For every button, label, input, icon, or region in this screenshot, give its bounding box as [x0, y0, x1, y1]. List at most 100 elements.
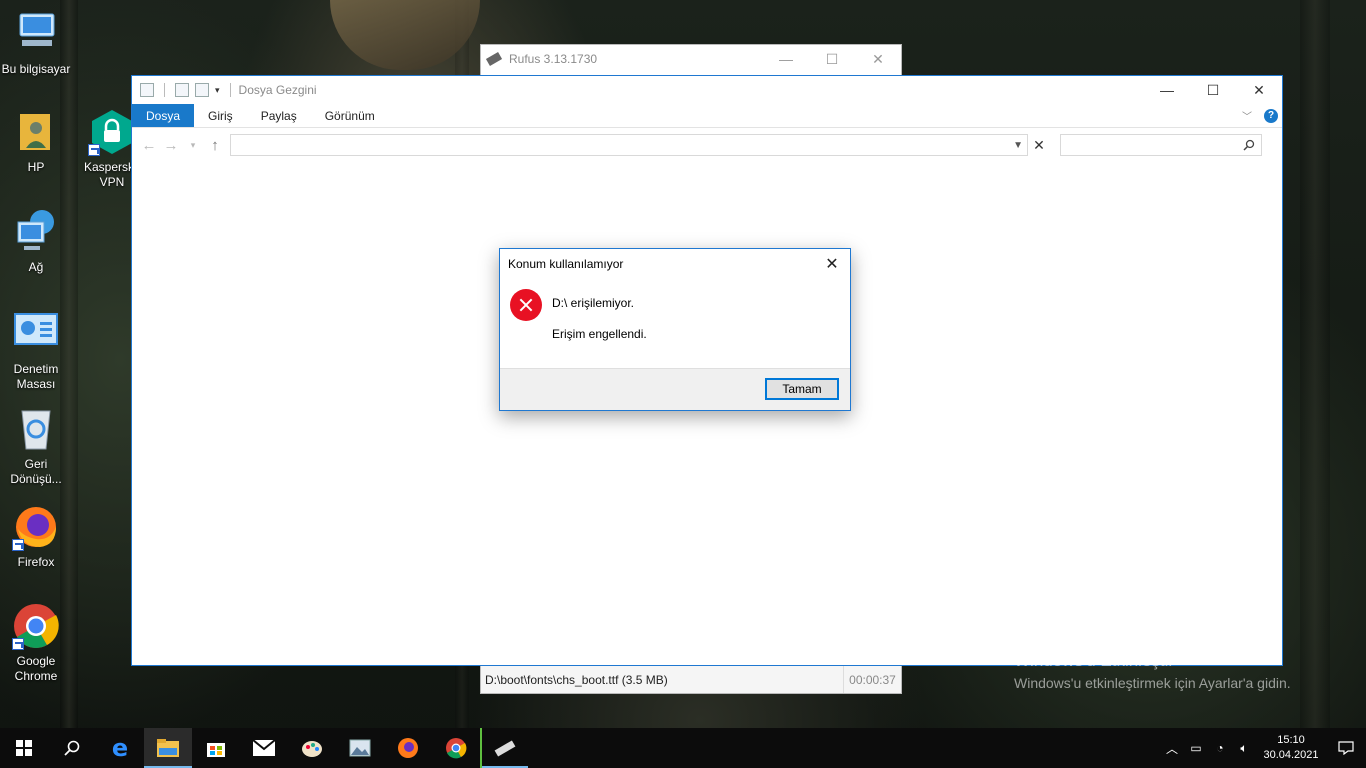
show-hidden-icons-icon[interactable]: ︿	[1160, 740, 1184, 757]
user-folder-icon	[12, 108, 60, 156]
taskbar-edge[interactable]: e	[96, 728, 144, 768]
taskbar-photos[interactable]	[336, 728, 384, 768]
rufus-status-bar: D:\boot\fonts\chs_boot.ttf (3.5 MB) 00:0…	[481, 665, 901, 693]
search-icon	[1243, 139, 1255, 151]
chrome-icon	[12, 602, 60, 650]
desktop-icon-firefox[interactable]: Firefox	[0, 503, 72, 570]
error-dialog[interactable]: Konum kullanılamıyor ✕ D:\ erişilemiyor.…	[499, 248, 851, 411]
tab-dosya[interactable]: Dosya	[132, 104, 195, 127]
error-icon	[510, 289, 542, 321]
explorer-titlebar[interactable]: ▾ Dosya Gezgini — ☐ ✕	[132, 76, 1282, 104]
chrome-icon	[446, 738, 467, 759]
tab-gorunum[interactable]: Görünüm	[311, 104, 389, 127]
taskbar-chrome[interactable]	[432, 728, 480, 768]
kaspersky-vpn-icon	[88, 108, 136, 156]
ribbon-tabs: Dosya Giriş Paylaş Görünüm ﹀ ?	[132, 104, 1282, 128]
dialog-close-button[interactable]: ✕	[814, 254, 850, 274]
clock-date: 30.04.2021	[1263, 749, 1319, 761]
computer-icon	[12, 10, 60, 58]
watermark-title: Windows'u Etkinleştir	[1014, 651, 1175, 670]
desktop-icon-label: Bu bilgisayar	[1, 62, 71, 76]
mail-icon	[253, 740, 275, 756]
shortcut-arrow-icon	[88, 144, 100, 156]
paint-icon	[302, 741, 322, 757]
recent-locations-icon[interactable]: ▾	[182, 140, 204, 151]
desktop-icon-network[interactable]: Ağ	[0, 208, 72, 275]
dialog-titlebar[interactable]: Konum kullanılamıyor ✕	[500, 249, 850, 279]
dialog-title: Konum kullanılamıyor	[508, 257, 624, 271]
firefox-icon	[398, 738, 418, 758]
desktop-icon-control-panel[interactable]: Denetim Masası	[0, 310, 72, 392]
close-button[interactable]: ✕	[855, 51, 901, 68]
desktop-icon-recycle-bin[interactable]: Geri Dönüşü...	[0, 405, 72, 487]
start-button[interactable]	[0, 728, 48, 768]
search-input[interactable]	[1060, 134, 1262, 156]
minimize-button[interactable]: —	[1144, 82, 1190, 99]
status-time: 00:00:37	[843, 666, 901, 693]
firefox-icon	[12, 503, 60, 551]
new-folder-icon[interactable]	[195, 83, 209, 97]
explorer-app-icon[interactable]	[140, 83, 154, 97]
help-icon[interactable]: ?	[1264, 108, 1278, 123]
watermark-subtitle: Windows'u etkinleştirmek için Ayarlar'a …	[1014, 675, 1291, 691]
up-icon[interactable]: ↑	[204, 137, 226, 154]
minimize-button[interactable]: —	[763, 51, 809, 68]
clear-address-icon[interactable]: ✕	[1028, 134, 1050, 156]
clock[interactable]: 15:10 30.04.2021	[1256, 733, 1326, 763]
system-tray: ︿ ▭ ◔ 🔈︎ 15:10 30.04.2021	[1160, 728, 1366, 768]
close-button[interactable]: ✕	[1236, 82, 1282, 99]
desktop-icon-hp[interactable]: HP	[0, 108, 72, 175]
tab-paylas[interactable]: Paylaş	[247, 104, 311, 127]
expand-ribbon-icon[interactable]: ﹀	[1242, 108, 1252, 123]
desktop-icon-label: Ağ	[28, 260, 44, 274]
network-icon[interactable]: ◔	[1208, 741, 1232, 755]
dialog-footer: Tamam	[500, 368, 850, 410]
back-icon[interactable]: ←	[138, 137, 160, 154]
navigation-bar: ← → ▾ ↑ ▼ ✕	[132, 128, 1282, 162]
taskbar-paint[interactable]	[288, 728, 336, 768]
dialog-detail: Erişim engellendi.	[552, 327, 647, 341]
desktop-icon-chrome[interactable]: Google Chrome	[0, 602, 72, 684]
taskbar-rufus[interactable]	[480, 728, 528, 768]
start-icon	[16, 740, 32, 756]
volume-icon[interactable]: 🔈︎	[1232, 741, 1256, 756]
maximize-button[interactable]: ☐	[1190, 82, 1236, 99]
desktop-icon-label: Denetim Masası	[13, 362, 59, 391]
taskbar-search-button[interactable]	[48, 728, 96, 768]
window-title: Dosya Gezgini	[238, 83, 317, 97]
rufus-titlebar[interactable]: Rufus 3.13.1730 — ☐ ✕	[481, 45, 901, 73]
edge-icon: e	[111, 734, 129, 762]
forward-icon[interactable]: →	[160, 137, 182, 154]
store-icon	[207, 743, 225, 757]
status-path: D:\boot\fonts\chs_boot.ttf (3.5 MB)	[485, 672, 668, 687]
taskbar-mail[interactable]	[240, 728, 288, 768]
notification-center-button[interactable]	[1326, 741, 1366, 755]
taskbar-firefox[interactable]	[384, 728, 432, 768]
battery-icon[interactable]: ▭	[1184, 741, 1208, 755]
clock-time: 15:10	[1277, 734, 1305, 746]
shortcut-arrow-icon	[12, 539, 24, 551]
taskbar-store[interactable]	[192, 728, 240, 768]
network-icon	[12, 208, 60, 256]
desktop-icon-label: Firefox	[17, 555, 55, 569]
ok-button[interactable]: Tamam	[765, 378, 839, 400]
notification-icon	[1338, 741, 1354, 755]
maximize-button[interactable]: ☐	[809, 51, 855, 68]
properties-icon[interactable]	[175, 83, 189, 97]
tab-giris[interactable]: Giriş	[194, 104, 247, 127]
desktop-icon-this-pc[interactable]: Bu bilgisayar	[0, 10, 72, 77]
address-bar[interactable]: ▼	[230, 134, 1028, 156]
desktop-icon-label: Google Chrome	[14, 654, 58, 683]
customize-toolbar-icon[interactable]: ▾	[215, 85, 220, 96]
usb-drive-icon	[485, 52, 503, 66]
dialog-message: D:\ erişilemiyor.	[552, 296, 635, 310]
search-icon	[64, 740, 80, 756]
file-explorer-icon	[157, 739, 179, 757]
taskbar-file-explorer[interactable]	[144, 728, 192, 768]
photos-icon	[349, 739, 371, 757]
desktop-icon-label: Geri Dönüşü...	[10, 457, 62, 486]
taskbar: e ︿ ▭ ◔ 🔈︎ 15:10 30.04.2021	[0, 728, 1366, 768]
rufus-title: Rufus 3.13.1730	[509, 52, 598, 66]
shortcut-arrow-icon	[12, 638, 24, 650]
address-dropdown-icon[interactable]: ▼	[1013, 140, 1023, 151]
